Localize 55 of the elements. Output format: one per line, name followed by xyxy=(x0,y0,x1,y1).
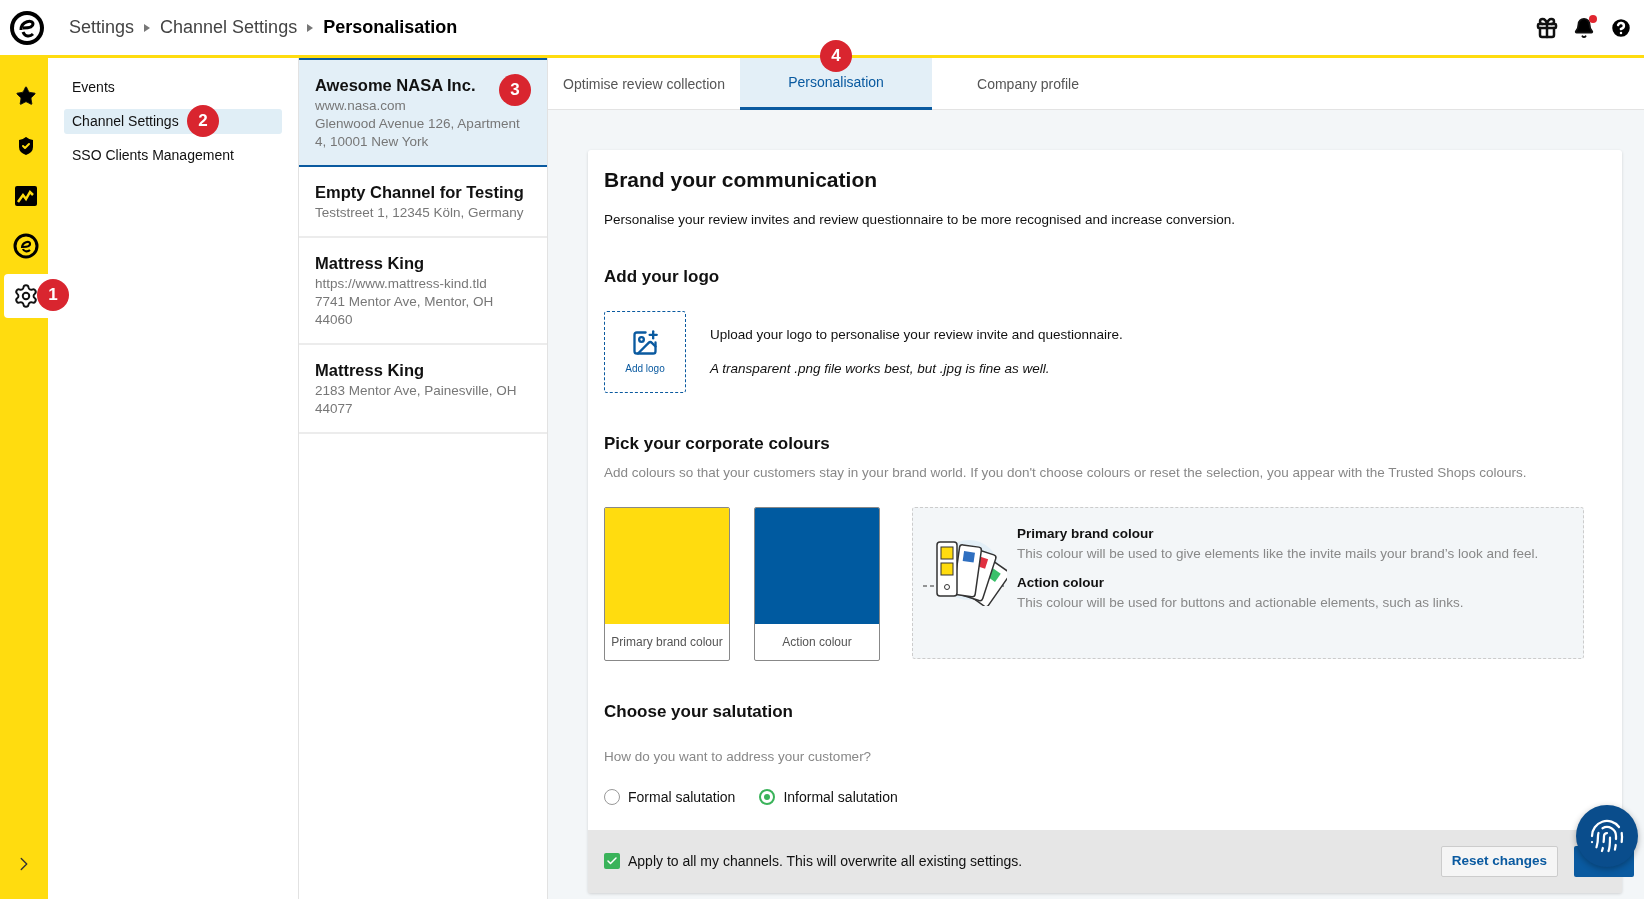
breadcrumb-separator-icon xyxy=(144,23,151,32)
add-logo-button[interactable]: Add logo xyxy=(604,311,686,394)
channel-detail: www.nasa.com xyxy=(315,97,407,115)
info-text: This colour will be used to give elements like the invite mails your brand’s look and feel. xyxy=(1017,545,1539,564)
breadcrumb-item[interactable]: Channel Settings xyxy=(160,14,298,41)
channel-detail: Teststreet 1, 12345 Köln, Germany xyxy=(315,204,525,222)
colour-swatch[interactable]: Action colour xyxy=(754,507,880,661)
image-add-icon xyxy=(631,328,659,357)
reset-button[interactable]: Reset changes xyxy=(1440,845,1558,877)
gift-icon[interactable] xyxy=(1535,15,1559,40)
step-badge: 1 xyxy=(37,279,69,311)
tab[interactable]: Company profile xyxy=(932,58,1124,110)
info-text: This colour will be used for buttons and actionable elements, such as links. xyxy=(1017,593,1465,612)
channel-card[interactable]: Awesome NASA Inc. www.nasa.com Glenwood Avenue 126, Apartment 4, 10001 New York 3 xyxy=(299,58,547,167)
channel-detail: https://www.mattress-kind.tld xyxy=(315,275,488,293)
colour-swatch[interactable]: Primary brand colour xyxy=(604,507,730,661)
logo-text: Upload your logo to personalise your review invite and questionnaire. xyxy=(710,326,1123,344)
radio-label: Formal salutation xyxy=(628,787,736,807)
section-heading: Add your logo xyxy=(604,265,721,288)
logo-icon xyxy=(13,233,39,259)
submenu-item[interactable]: Events xyxy=(64,75,282,100)
channel-name: Awesome NASA Inc. xyxy=(315,75,476,96)
submenu-item[interactable]: SSO Clients Management xyxy=(64,143,282,168)
channel-detail: 2183 Mentor Ave, Painesville, OH 44077 xyxy=(315,382,518,418)
breadcrumb-item[interactable]: Settings xyxy=(69,14,135,41)
radio-button[interactable] xyxy=(759,789,776,806)
chart-icon xyxy=(14,185,38,207)
checkbox[interactable] xyxy=(604,853,620,870)
channel-name: Mattress King xyxy=(315,253,425,274)
channel-detail: 7741 Mentor Ave, Mentor, OH 44060 xyxy=(315,293,495,329)
info-title: Action colour xyxy=(1017,573,1105,592)
channel-name: Mattress King xyxy=(315,360,425,381)
settings-icon xyxy=(13,283,39,309)
radio-label: Informal salutation xyxy=(783,787,898,807)
step-badge: 2 xyxy=(187,105,219,137)
section-description: Add colours so that your customers stay in your brand world. If you don't choose colours or reset the selection, you appear with the Trusted Shops colours. xyxy=(604,463,1528,482)
star-icon xyxy=(15,85,37,107)
card-title: Brand your communication xyxy=(604,167,879,193)
channel-detail: Glenwood Avenue 126, Apartment 4, 10001 New York xyxy=(315,115,521,151)
card-intro: Personalise your review invites and review questionnaire to be more recognised and increase conversion. xyxy=(604,210,1237,229)
bell-icon[interactable] xyxy=(1573,16,1595,39)
step-badge: 3 xyxy=(499,74,531,106)
step-badge: 4 xyxy=(820,40,852,72)
section-heading: Choose your salutation xyxy=(604,701,794,723)
checkbox-label: Apply to all my channels. This will overwrite all existing settings. xyxy=(628,851,1023,871)
breadcrumb-separator-icon xyxy=(307,23,314,32)
app-logo[interactable] xyxy=(9,9,45,46)
breadcrumb-item: Personalisation xyxy=(323,16,458,39)
fingerprint-icon xyxy=(1589,818,1625,854)
section-description: How do you want to address your customer? xyxy=(604,747,873,766)
logo-hint: A transparent .png file works best, but .jpg is fine as well. xyxy=(710,360,1051,379)
section-heading: Pick your corporate colours xyxy=(604,433,831,456)
tab[interactable]: Optimise review collection xyxy=(548,58,740,110)
channel-name: Empty Channel for Testing xyxy=(315,182,524,203)
info-title: Primary brand colour xyxy=(1017,525,1155,543)
